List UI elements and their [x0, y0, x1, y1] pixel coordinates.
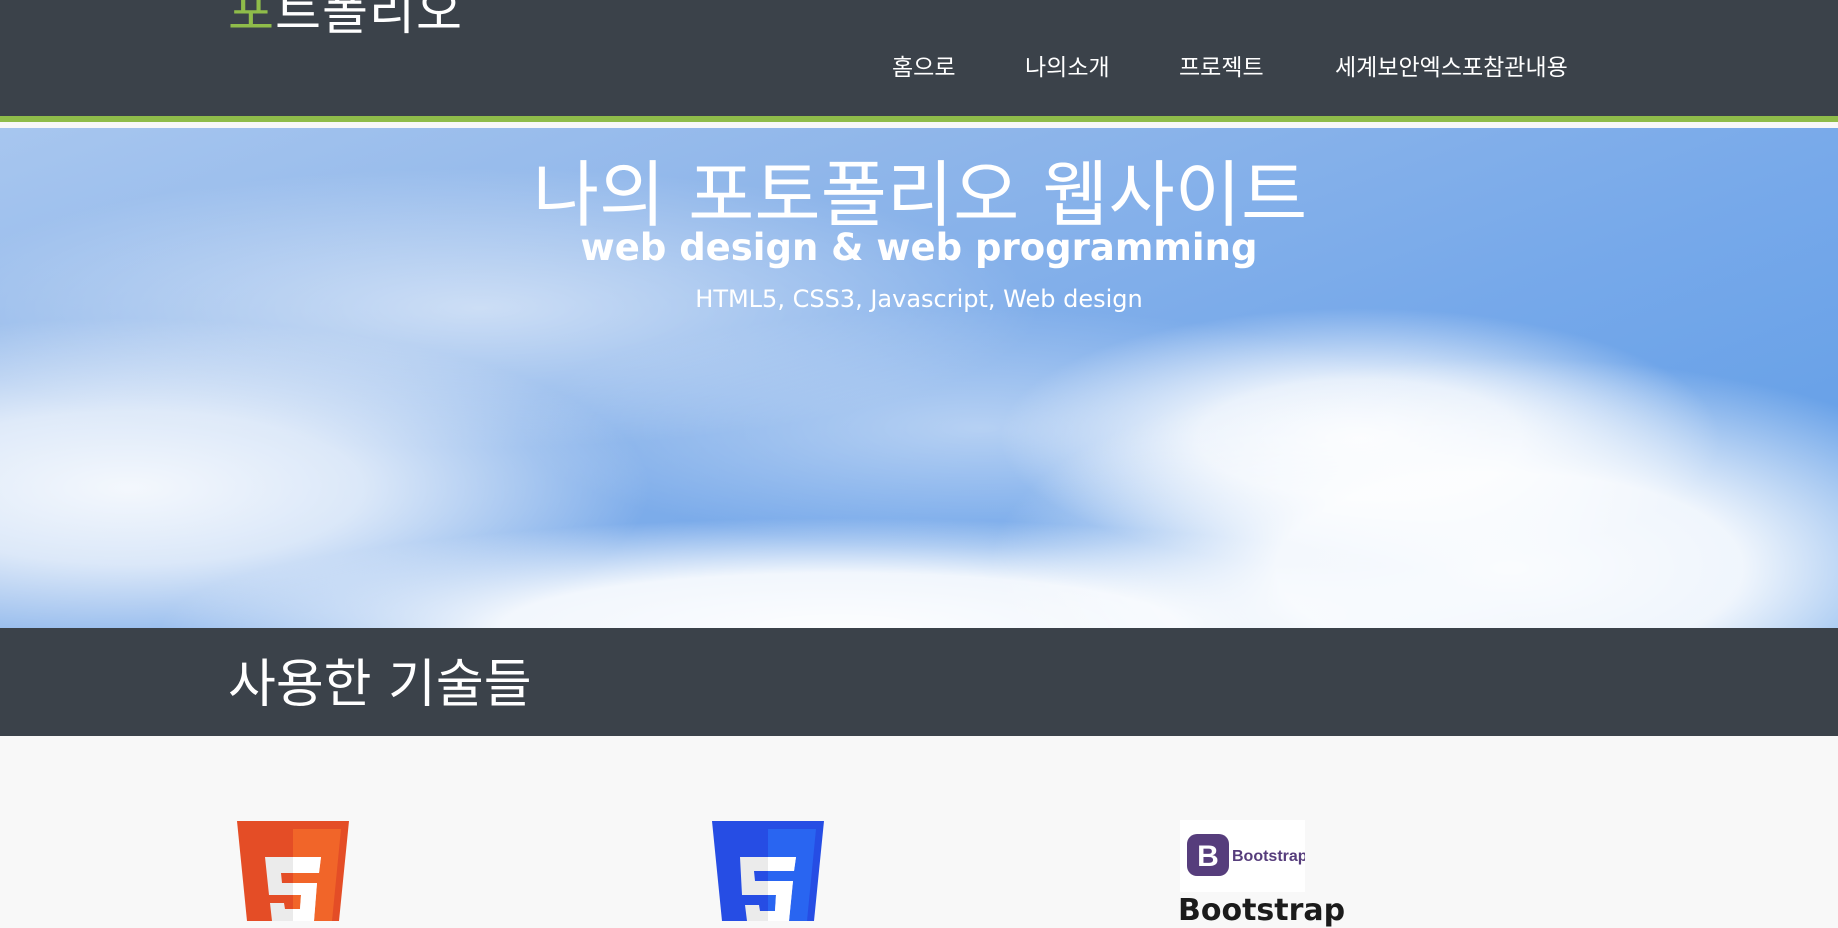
- svg-text:B: B: [1197, 840, 1219, 873]
- nav-item-home[interactable]: 홈으로: [892, 48, 955, 82]
- skills-list: B Bootstrap Bootstrap: [0, 736, 1838, 928]
- hero-tags: HTML5, CSS3, Javascript, Web design: [695, 285, 1143, 313]
- bootstrap-logo-icon: B Bootstrap: [1180, 820, 1305, 892]
- main-nav: 홈으로 나의소개 프로젝트 세계보안엑스포참관내용: [0, 48, 1838, 88]
- logo-text: 트폴리오: [275, 0, 463, 41]
- section-title: 사용한 기술들: [228, 655, 532, 715]
- hero-banner: 나의 포토폴리오 웹사이트 web design & web programmi…: [0, 128, 1838, 628]
- site-header: 포트폴리오 홈으로 나의소개 프로젝트 세계보안엑스포참관내용: [0, 0, 1838, 122]
- hero-subtitle: web design & web programming: [580, 226, 1258, 269]
- nav-item-security-expo[interactable]: 세계보안엑스포참관내용: [1335, 48, 1568, 82]
- bootstrap-caption: Bootstrap: [1178, 893, 1346, 928]
- logo-accent: 포: [228, 0, 275, 41]
- site-logo[interactable]: 포트폴리오: [228, 0, 463, 44]
- css3-logo-icon: [712, 821, 824, 921]
- nav-item-about[interactable]: 나의소개: [1025, 48, 1110, 82]
- bootstrap-logo-text: Bootstrap: [1232, 848, 1305, 865]
- nav-item-projects[interactable]: 프로젝트: [1179, 48, 1264, 82]
- html5-logo-icon: [237, 821, 349, 921]
- skills-section-header: 사용한 기술들: [0, 628, 1838, 736]
